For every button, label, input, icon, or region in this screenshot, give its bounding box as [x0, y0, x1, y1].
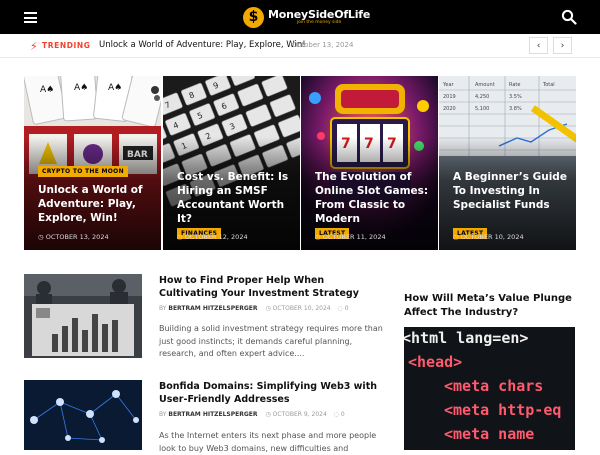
top-navigation-bar: $ MoneySideOfLife join the money side: [0, 0, 600, 34]
hero-tile[interactable]: 789 456 123 FINANCES Cost vs. Benefit: I…: [163, 76, 300, 250]
hero-title[interactable]: A Beginner’s Guide To Investing In Speci…: [453, 170, 568, 212]
trending-prev-button[interactable]: ‹: [529, 37, 548, 54]
hamburger-menu-icon[interactable]: [24, 12, 37, 23]
hero-tile[interactable]: YearAmountRateTotal 20194,2503.5% 20205,…: [439, 76, 576, 250]
investment-meeting-image: [24, 274, 142, 358]
hero-date: ◷ OCTOBER 13, 2024: [38, 233, 109, 241]
lightning-icon: ⚡: [30, 40, 38, 53]
trending-next-button[interactable]: ›: [553, 37, 572, 54]
author-link[interactable]: BERTRAM HITZELSPERGER: [168, 305, 257, 312]
article-thumbnail[interactable]: [24, 380, 142, 450]
article-date: ◷ OCTOBER 10, 2024: [265, 305, 330, 312]
sidebar-featured-title[interactable]: How Will Meta’s Value Plunge Affect The …: [404, 292, 584, 320]
code-line: <html lang=en>: [404, 329, 528, 347]
code-line: <head>: [408, 353, 462, 371]
article-meta: BY BERTRAM HITZELSPERGER ◷ OCTOBER 9, 20…: [159, 411, 345, 418]
hero-title[interactable]: Cost vs. Benefit: Is Hiring an SMSF Acco…: [177, 170, 292, 226]
article-thumbnail[interactable]: [24, 274, 142, 358]
article-date: ◷ OCTOBER 9, 2024: [265, 411, 326, 418]
article-meta: BY BERTRAM HITZELSPERGER ◷ OCTOBER 10, 2…: [159, 305, 349, 312]
article-title[interactable]: Bonfida Domains: Simplifying Web3 with U…: [159, 380, 384, 406]
logo-name: MoneySideOfLife: [268, 9, 370, 20]
hero-tile[interactable]: A♠ A♠ A♠ BAR CRYPTO TO THE MOON Unlock a…: [24, 76, 161, 250]
article-title[interactable]: How to Find Proper Help When Cultivating…: [159, 274, 384, 300]
comment-count: ◌ 0: [338, 305, 349, 312]
logo-tagline: join the money side: [268, 21, 370, 26]
hero-title[interactable]: The Evolution of Online Slot Games: From…: [315, 170, 430, 226]
hero-date: ◷ OCTOBER 11, 2024: [315, 233, 386, 241]
trending-label: TRENDING: [42, 41, 91, 50]
code-screen-image: <html lang=en> <head> <meta chars <meta …: [404, 327, 575, 450]
author-link[interactable]: BERTRAM HITZELSPERGER: [168, 411, 257, 418]
category-badge[interactable]: CRYPTO TO THE MOON: [38, 166, 128, 177]
code-line: <meta chars: [444, 377, 543, 395]
article-excerpt: Building a solid investment strategy req…: [159, 323, 387, 361]
article-excerpt: As the Internet enters its next phase an…: [159, 430, 387, 455]
hero-title[interactable]: Unlock a World of Adventure: Play, Explo…: [38, 183, 153, 225]
trending-headline-link[interactable]: Unlock a World of Adventure: Play, Explo…: [99, 40, 306, 50]
hero-tile[interactable]: 7 7 7 LATEST The Evolution of Online Slo…: [301, 76, 438, 250]
web3-network-image: [24, 380, 142, 450]
code-line: <meta name: [444, 425, 534, 443]
trending-bar: ⚡ TRENDING Unlock a World of Adventure: …: [0, 34, 600, 58]
hero-date: ◷ OCTOBER 10, 2024: [453, 233, 524, 241]
logo-coin-icon: $: [243, 7, 264, 28]
trending-date: October 13, 2024: [292, 41, 353, 49]
sidebar-featured-image[interactable]: <html lang=en> <head> <meta chars <meta …: [404, 327, 575, 450]
comment-count: ◌ 0: [334, 411, 345, 418]
search-icon[interactable]: [561, 9, 577, 25]
site-logo[interactable]: $ MoneySideOfLife join the money side: [243, 6, 370, 28]
hero-date: ◷ OCTOBER 12, 2024: [177, 233, 248, 241]
code-line: <meta http-eq: [444, 401, 561, 419]
